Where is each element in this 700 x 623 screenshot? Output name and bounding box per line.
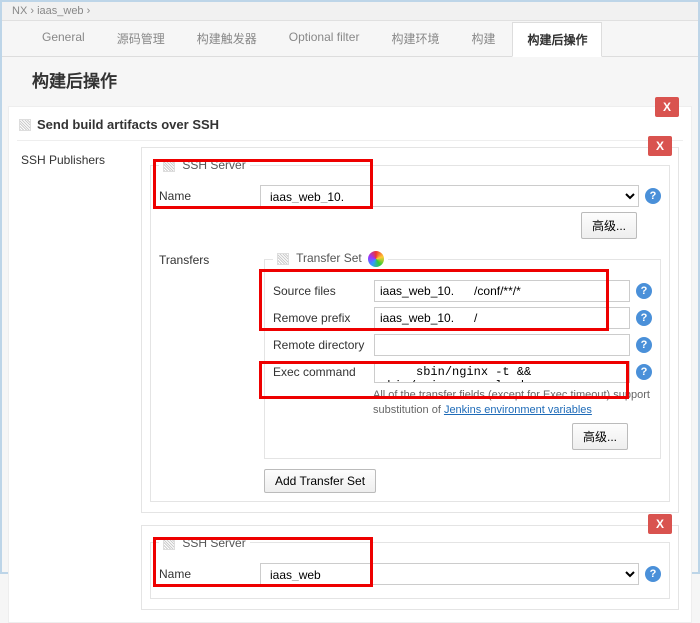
tab-scm[interactable]: 源码管理 — [102, 21, 180, 56]
help-icon[interactable]: ? — [636, 337, 652, 353]
ssh-server-fieldset: SSH Server Name iaas_web_10. ? 高级... Tra… — [150, 158, 670, 502]
tab-optional[interactable]: Optional filter — [274, 21, 375, 56]
help-icon[interactable]: ? — [636, 364, 652, 380]
name-label: Name — [159, 189, 254, 203]
remove-prefix-input[interactable] — [374, 307, 630, 329]
drag-handle-icon[interactable] — [277, 253, 289, 265]
transfer-set-fieldset: Transfer Set Source files ? Remove prefi… — [264, 251, 661, 459]
advanced-button[interactable]: 高级... — [581, 212, 637, 239]
add-transfer-set-button[interactable]: Add Transfer Set — [264, 469, 376, 493]
ssh-server-fieldset: SSH Server Name iaas_web ? — [150, 536, 670, 599]
breadcrumb-sep: › — [30, 5, 34, 17]
exec-command-input[interactable]: sbin/nginx -t && sbin/nginx -s reload — [374, 361, 630, 383]
section-title: Send build artifacts over SSH — [37, 117, 219, 132]
page-title: 构建后操作 — [2, 57, 698, 106]
breadcrumb-sep: › — [87, 5, 91, 17]
help-icon[interactable]: ? — [636, 310, 652, 326]
source-files-label: Source files — [273, 284, 368, 298]
post-build-area: X Send build artifacts over SSH SSH Publ… — [8, 106, 692, 623]
advanced-button[interactable]: 高级... — [572, 423, 628, 450]
transfers-label: Transfers — [159, 247, 254, 493]
jenkins-env-link[interactable]: Jenkins environment variables — [444, 404, 592, 416]
remote-dir-input[interactable] — [374, 334, 630, 356]
breadcrumb-a[interactable]: NX — [12, 5, 27, 17]
remote-dir-label: Remote directory — [273, 338, 368, 352]
ssh-server-panel-2: X SSH Server Name iaas_web ? — [141, 525, 679, 610]
server-name-select[interactable]: iaas_web_10. — [260, 185, 639, 207]
exec-command-label: Exec command — [273, 365, 368, 379]
tab-build[interactable]: 构建 — [456, 21, 510, 56]
help-icon[interactable]: ? — [645, 188, 661, 204]
close-icon[interactable]: X — [648, 514, 672, 534]
ssh-server-legend: SSH Server — [159, 158, 250, 172]
transfer-note: All of the transfer fields (except for E… — [373, 388, 652, 419]
breadcrumb-b[interactable]: iaas_web — [37, 5, 83, 17]
transfer-set-legend: Transfer Set — [273, 251, 388, 267]
ssh-publishers-label: SSH Publishers — [21, 147, 131, 513]
help-icon[interactable]: ? — [636, 283, 652, 299]
ssh-server-panel-1: X SSH Server Name iaas_web_10. ? 高级... — [141, 147, 679, 513]
color-ball-icon — [368, 251, 384, 267]
drag-handle-icon[interactable] — [163, 160, 175, 172]
tab-general[interactable]: General — [27, 21, 100, 56]
ssh-server-legend: SSH Server — [159, 536, 250, 550]
breadcrumb: NX › iaas_web › — [2, 2, 698, 21]
drag-handle-icon[interactable] — [163, 538, 175, 550]
close-icon[interactable]: X — [655, 97, 679, 117]
remove-prefix-label: Remove prefix — [273, 311, 368, 325]
drag-handle-icon[interactable] — [19, 119, 31, 131]
source-files-input[interactable] — [374, 280, 630, 302]
tab-post-build[interactable]: 构建后操作 — [512, 22, 602, 57]
tab-build-env[interactable]: 构建环境 — [376, 21, 454, 56]
config-tabs: General 源码管理 构建触发器 Optional filter 构建环境 … — [2, 21, 698, 57]
close-icon[interactable]: X — [648, 136, 672, 156]
tab-triggers[interactable]: 构建触发器 — [182, 21, 272, 56]
